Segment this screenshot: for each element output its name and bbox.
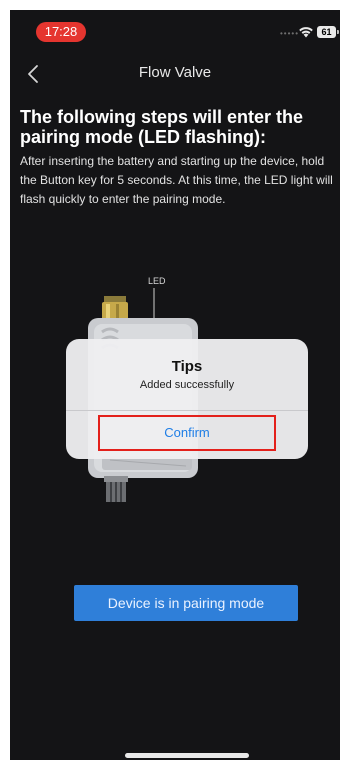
status-bar: 17:28 ••••• 61 xyxy=(10,10,340,46)
tips-dialog: Tips Added successfully Confirm xyxy=(66,339,308,459)
dialog-divider xyxy=(66,410,308,411)
battery-tip xyxy=(337,30,339,34)
confirm-button[interactable]: Confirm xyxy=(98,415,276,451)
led-label: LED xyxy=(148,276,166,286)
wifi-icon xyxy=(299,27,313,38)
signal-dots-icon: ••••• xyxy=(280,29,300,38)
dialog-message: Added successfully xyxy=(139,379,235,391)
status-time: 17:28 xyxy=(36,22,86,42)
phone-screen: 17:28 ••••• 61 Flow Valve The following … xyxy=(10,10,340,760)
pairing-headline: The following steps will enter the pairi… xyxy=(20,107,304,147)
pairing-mode-button[interactable]: Device is in pairing mode xyxy=(74,585,298,621)
home-indicator[interactable] xyxy=(125,753,249,758)
page-title: Flow Valve xyxy=(138,64,212,81)
nav-bar: Flow Valve xyxy=(10,60,340,88)
pairing-instructions: After inserting the battery and starting… xyxy=(20,154,333,206)
battery-icon: 61 xyxy=(317,26,336,38)
dialog-title: Tips xyxy=(171,358,203,375)
